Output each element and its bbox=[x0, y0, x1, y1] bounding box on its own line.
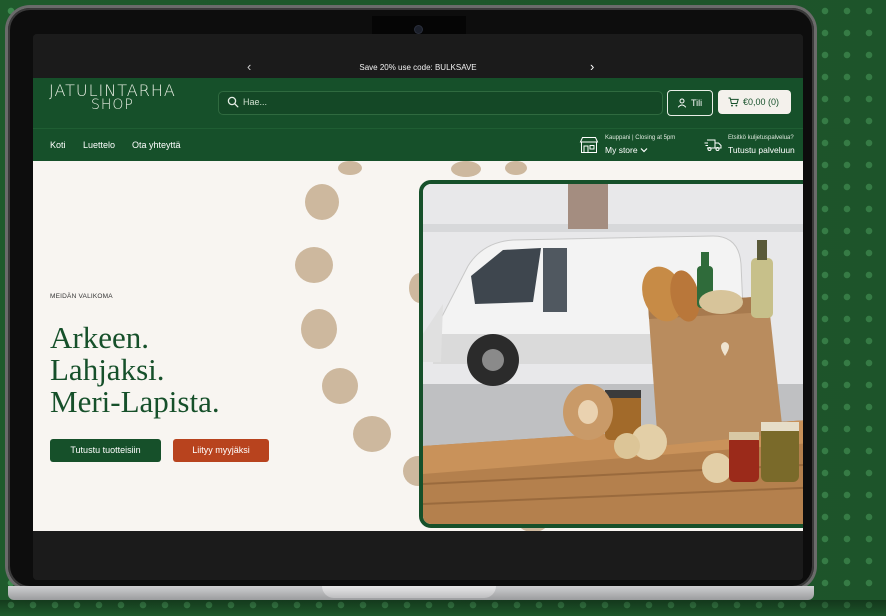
laptop-shadow bbox=[0, 600, 886, 616]
search-input[interactable]: Hae... bbox=[218, 91, 663, 115]
cart-icon bbox=[728, 97, 739, 107]
user-icon bbox=[677, 98, 687, 108]
store-status: Kauppani | Closing at 5pm bbox=[605, 135, 676, 141]
decorative-blob bbox=[322, 368, 358, 404]
camera-icon bbox=[415, 26, 422, 33]
logo-line-1: JATULINTARHA bbox=[49, 81, 176, 100]
search-placeholder: Hae... bbox=[243, 97, 268, 107]
nav-link-contact[interactable]: Ota yhteyttä bbox=[132, 140, 181, 150]
chevron-right-icon[interactable]: › bbox=[590, 59, 594, 74]
hero-eyebrow: MEIDÄN VALIKOMA bbox=[50, 293, 113, 300]
laptop-screen: ‹ Save 20% use code: BULKSAVE › JATULINT… bbox=[33, 34, 803, 580]
join-seller-button[interactable]: Liityy myyjäksi bbox=[173, 439, 269, 462]
screen-bottom-bar bbox=[33, 531, 803, 580]
decorative-blob bbox=[353, 416, 391, 452]
decorative-blob bbox=[301, 309, 337, 349]
headline-line-3: Meri-Lapista. bbox=[50, 384, 220, 419]
cart-total: €0,00 (0) bbox=[743, 97, 780, 107]
headline-line-2: Lahjaksi. bbox=[50, 352, 165, 387]
delivery-truck-icon bbox=[704, 139, 722, 151]
decorative-blob bbox=[338, 161, 362, 175]
store-label: My store bbox=[605, 145, 648, 155]
nav-link-home[interactable]: Koti bbox=[50, 140, 66, 150]
hero-image bbox=[419, 180, 803, 528]
announcement-text: Save 20% use code: BULKSAVE bbox=[359, 63, 477, 72]
service-label: Tutustu palveluun bbox=[728, 145, 795, 155]
search-icon bbox=[227, 96, 239, 108]
main-navigation: Koti Luettelo Ota yhteyttä Kauppani | Cl… bbox=[33, 128, 803, 162]
logo-line-2: SHOP bbox=[90, 97, 134, 113]
laptop-base bbox=[0, 586, 886, 616]
cart-button[interactable]: €0,00 (0) bbox=[718, 90, 791, 114]
chevron-down-icon bbox=[640, 148, 648, 153]
site-header: JATULINTARHA SHOP Hae... Tili €0,00 (0) bbox=[33, 78, 803, 128]
announcement-bar: ‹ Save 20% use code: BULKSAVE › bbox=[33, 34, 803, 78]
decorative-blob bbox=[505, 161, 527, 175]
account-label: Tili bbox=[691, 98, 703, 108]
laptop-frame: ‹ Save 20% use code: BULKSAVE › JATULINT… bbox=[8, 8, 814, 588]
hero-section: MEIDÄN VALIKOMA Arkeen. Lahjaksi. Meri-L… bbox=[33, 161, 803, 531]
shop-logo[interactable]: JATULINTARHA SHOP bbox=[49, 81, 176, 113]
headline-line-1: Arkeen. bbox=[50, 320, 149, 355]
decorative-blob bbox=[295, 247, 333, 283]
market-stall-illustration bbox=[423, 184, 803, 524]
store-icon bbox=[579, 137, 599, 153]
decorative-blob bbox=[305, 184, 339, 220]
laptop-opening-notch bbox=[322, 586, 496, 598]
explore-products-button[interactable]: Tutustu tuotteisiin bbox=[50, 439, 161, 462]
service-question: Etsitkö kuljetuspalvelua? bbox=[728, 135, 794, 141]
account-button[interactable]: Tili bbox=[667, 90, 713, 116]
decorative-blob bbox=[451, 161, 481, 177]
hero-headline: Arkeen. Lahjaksi. Meri-Lapista. bbox=[50, 322, 220, 418]
nav-link-catalog[interactable]: Luettelo bbox=[83, 140, 115, 150]
